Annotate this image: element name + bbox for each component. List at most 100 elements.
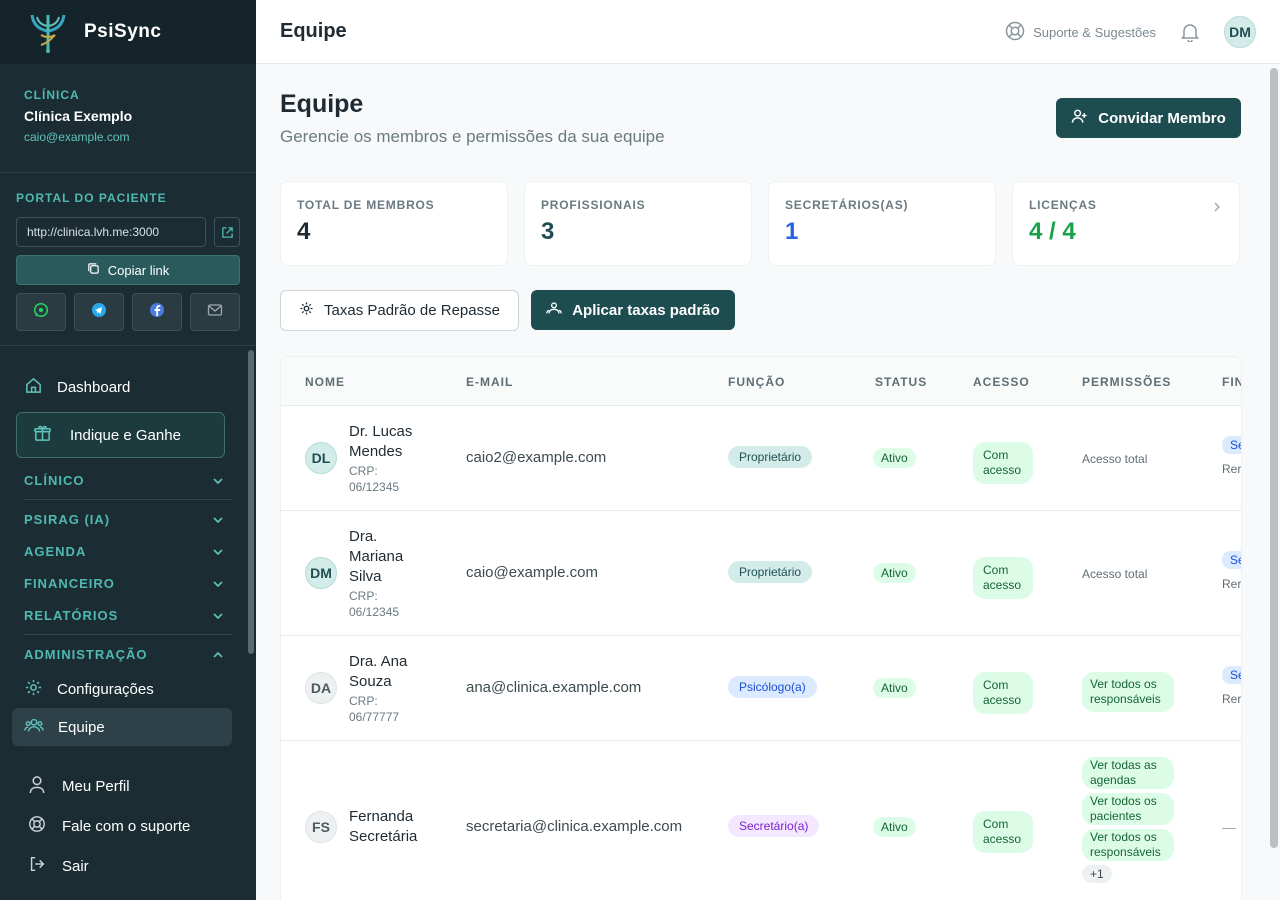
nav-section-clinico[interactable]: CLÍNICO <box>12 464 232 496</box>
nav-configuracoes[interactable]: Configurações <box>12 670 232 708</box>
nav-section-label: AGENDA <box>24 543 87 559</box>
stat-profissionais: PROFISSIONAIS 3 <box>524 181 752 266</box>
role-badge: Psicólogo(a) <box>728 676 817 698</box>
access-badge: Com acesso <box>973 672 1033 714</box>
status-cell: Ativo <box>873 563 916 583</box>
table-row[interactable]: DM Dra. Mariana Silva CRP: 06/12345 caio… <box>281 511 1241 636</box>
meu-perfil-label: Meu Perfil <box>62 777 130 795</box>
support-link[interactable]: Suporte & Sugestões <box>1005 21 1156 44</box>
gear-icon <box>299 301 314 320</box>
financeiro-badge: Se <box>1222 666 1241 684</box>
permissions-text: Acesso total <box>1082 452 1148 466</box>
member-name-line: Mendes <box>349 443 403 460</box>
share-facebook-button[interactable] <box>132 293 182 331</box>
invite-member-button[interactable]: Convidar Membro <box>1056 98 1241 138</box>
open-external-icon[interactable] <box>214 217 240 247</box>
th-financeiro[interactable]: FIN <box>1222 375 1241 389</box>
nav-section-label: FINANCEIRO <box>24 575 115 591</box>
table-row[interactable]: FS Fernanda Secretária secretaria@clinic… <box>281 741 1241 900</box>
chevron-down-icon <box>212 608 224 623</box>
nav-section-relatorios[interactable]: RELATÓRIOS <box>12 599 232 631</box>
nav-section-label: CLÍNICO <box>24 472 85 488</box>
member-avatar: DA <box>305 672 337 704</box>
financeiro-cell: Se Rer <box>1222 666 1242 706</box>
status-badge: Ativo <box>873 678 916 698</box>
nav-section-label: ADMINISTRAÇÃO <box>24 646 148 662</box>
permission-chip: Ver todas as agendas <box>1082 757 1174 789</box>
member-crp-label: CRP: <box>349 589 378 603</box>
table-header: NOME E-MAIL FUNÇÃO STATUS ACESSO PERMISS… <box>281 357 1241 406</box>
status-badge: Ativo <box>873 448 916 468</box>
nav-section-financeiro[interactable]: FINANCEIRO <box>12 567 232 599</box>
copy-link-button[interactable]: Copiar link <box>16 255 240 285</box>
nav-sair[interactable]: Sair <box>0 846 256 886</box>
chevron-up-icon <box>212 647 224 662</box>
nav-dashboard[interactable]: Dashboard <box>12 368 232 406</box>
stat-value: 4 <box>297 218 311 245</box>
table-row[interactable]: DA Dra. Ana Souza CRP: 06/77777 ana@clin… <box>281 636 1241 741</box>
nav-meu-perfil[interactable]: Meu Perfil <box>0 766 256 806</box>
apply-rates-label: Aplicar taxas padrão <box>572 301 720 319</box>
share-telegram-button[interactable] <box>74 293 124 331</box>
invite-member-label: Convidar Membro <box>1098 109 1226 127</box>
financeiro-sub: Rer <box>1222 692 1242 706</box>
nav-section-psirag[interactable]: PSIRAG (IA) <box>12 503 232 535</box>
share-email-button[interactable] <box>190 293 240 331</box>
member-crp: 06/12345 <box>349 605 400 619</box>
th-email[interactable]: E-MAIL <box>466 375 513 389</box>
nav-section-agenda[interactable]: AGENDA <box>12 535 232 567</box>
brand[interactable]: PsiSync <box>0 0 256 64</box>
default-rates-button[interactable]: Taxas Padrão de Repasse <box>280 290 519 331</box>
stat-secretarios: SECRETÁRIOS(AS) 1 <box>768 181 996 266</box>
financeiro-sub: Rer <box>1222 577 1242 591</box>
portal-label: PORTAL DO PACIENTE <box>16 191 167 205</box>
gear-icon <box>24 678 43 701</box>
permission-more-badge[interactable]: +1 <box>1082 865 1112 883</box>
portal-url-field[interactable]: http://clinica.lvh.me:3000 <box>16 217 206 247</box>
permission-chip: Ver todos os responsáveis <box>1082 829 1174 861</box>
th-nome[interactable]: NOME <box>305 375 345 389</box>
nav-section-label: PSIRAG (IA) <box>24 511 111 527</box>
apply-rates-button[interactable]: Aplicar taxas padrão <box>531 290 735 330</box>
telegram-icon <box>91 302 107 323</box>
role-badge: Secretário(a) <box>728 815 820 837</box>
sidebar-scrollbar[interactable] <box>248 350 254 654</box>
member-crp-label: CRP: <box>349 464 378 478</box>
nav-dashboard-label: Dashboard <box>57 378 131 396</box>
stat-licencas[interactable]: LICENÇAS 4 / 4 <box>1012 181 1240 266</box>
stat-label: LICENÇAS <box>1029 198 1097 212</box>
nav-equipe[interactable]: Equipe <box>12 708 232 746</box>
main-scrollbar[interactable] <box>1270 68 1278 848</box>
role-cell: Proprietário <box>728 446 813 468</box>
default-rates-label: Taxas Padrão de Repasse <box>324 302 500 319</box>
table-row[interactable]: DL Dr. Lucas Mendes CRP: 06/12345 caio2@… <box>281 406 1241 511</box>
member-avatar: DM <box>305 557 337 589</box>
copy-link-label: Copiar link <box>107 262 170 278</box>
nav-fale-com-suporte[interactable]: Fale com o suporte <box>0 806 256 846</box>
nav-section-administracao[interactable]: ADMINISTRAÇÃO <box>12 638 232 670</box>
access-badge: Com acesso <box>973 557 1033 599</box>
nav-indique-label: Indique e Ganhe <box>70 426 181 444</box>
member-name-cell: Dra. Mariana Silva CRP: 06/12345 <box>349 527 429 620</box>
stat-label: TOTAL DE MEMBROS <box>297 198 435 212</box>
th-status[interactable]: STATUS <box>875 375 927 389</box>
user-avatar[interactable]: DM <box>1224 16 1256 48</box>
access-cell: Com acesso <box>973 672 1033 714</box>
nav-indique-e-ganhe[interactable]: Indique e Ganhe <box>16 412 225 458</box>
sair-label: Sair <box>62 857 89 875</box>
logout-icon <box>28 855 46 877</box>
clinic-name: Clínica Exemplo <box>24 108 133 124</box>
th-funcao[interactable]: FUNÇÃO <box>728 375 785 389</box>
share-whatsapp-button[interactable] <box>16 293 66 331</box>
status-cell: Ativo <box>873 678 916 698</box>
access-cell: Com acesso <box>973 557 1033 599</box>
bell-icon[interactable] <box>1172 14 1208 50</box>
stat-value: 3 <box>541 218 555 245</box>
copy-icon <box>87 262 100 278</box>
th-permissoes[interactable]: PERMISSÕES <box>1082 375 1171 389</box>
role-cell: Secretário(a) <box>728 815 820 837</box>
th-acesso[interactable]: ACESSO <box>973 375 1030 389</box>
actions-row: Taxas Padrão de Repasse Aplicar taxas pa… <box>280 290 735 331</box>
facebook-icon <box>149 302 165 323</box>
gift-icon <box>33 424 52 447</box>
